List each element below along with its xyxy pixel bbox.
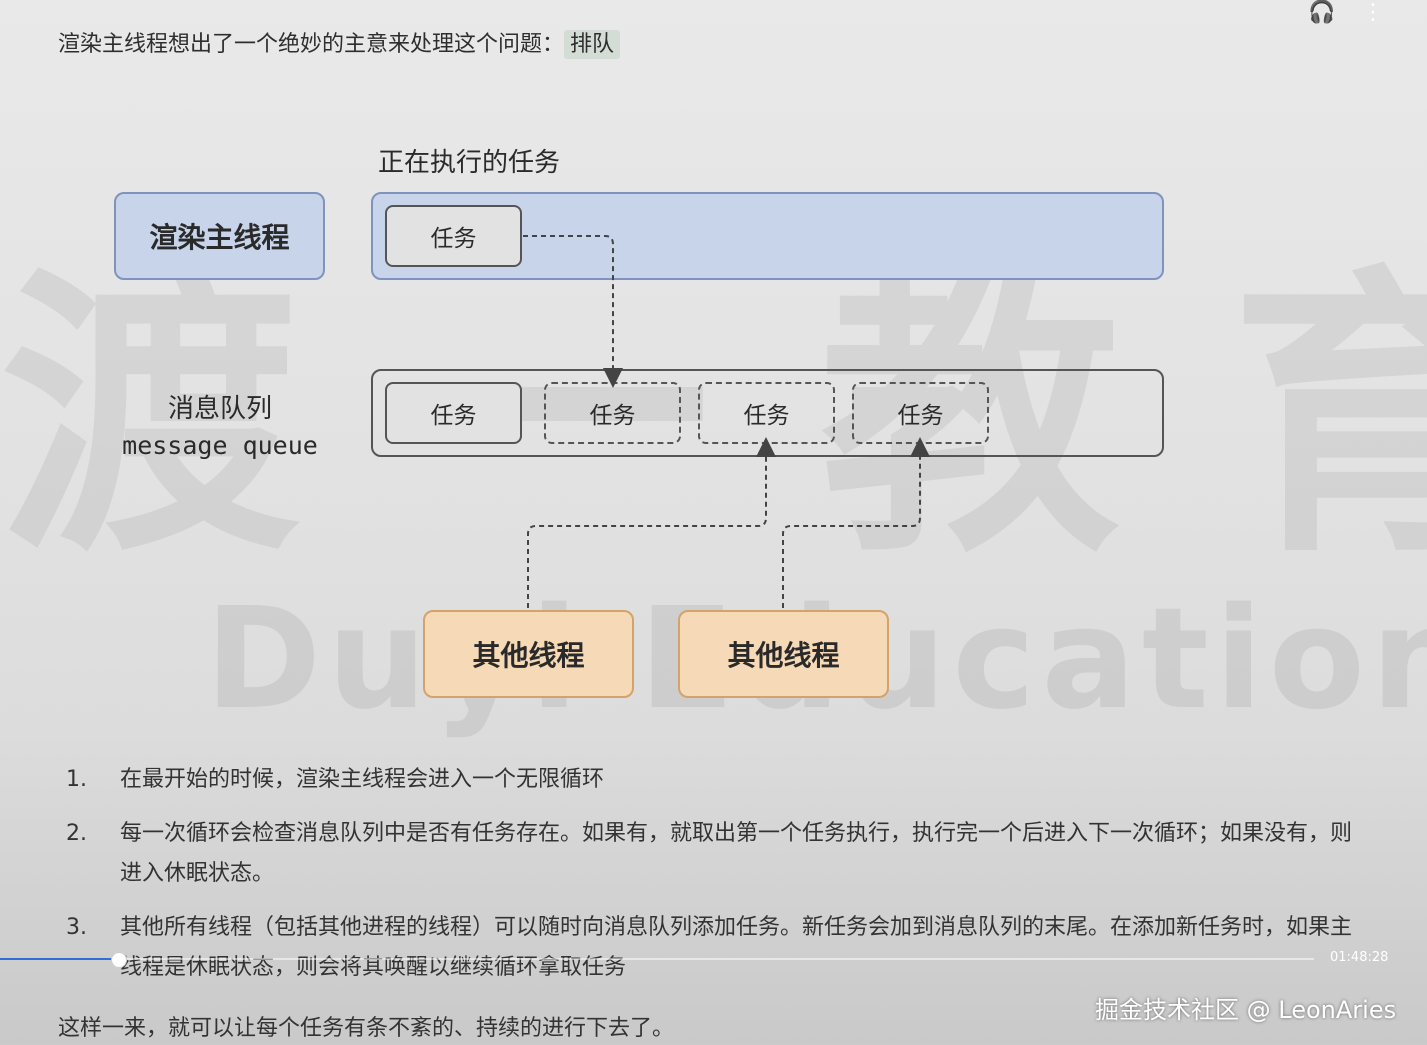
progress-fill	[0, 958, 118, 960]
step-text: 在最开始的时候，渲染主线程会进入一个无限循环	[120, 767, 605, 792]
arrow-task-to-queue	[523, 235, 623, 388]
steps-list: 1. 在最开始的时候，渲染主线程会进入一个无限循环 2. 每一次循环会检查消息队…	[66, 760, 1356, 1002]
list-item: 3. 其他所有线程（包括其他进程的线程）可以随时向消息队列添加任务。新任务会加到…	[66, 908, 1356, 988]
credit-watermark: 掘金技术社区 @ LeonAries	[1095, 996, 1397, 1024]
progress-thumb[interactable]	[111, 952, 127, 968]
arrow-thread1-to-queue	[527, 437, 776, 608]
step-number: 1.	[66, 767, 87, 792]
step-text: 每一次循环会检查消息队列中是否有任务存在。如果有，就取出第一个任务执行，执行完一…	[120, 821, 1353, 886]
video-time: 01:48:28	[1330, 950, 1389, 965]
list-item: 2. 每一次循环会检查消息队列中是否有任务存在。如果有，就取出第一个任务执行，执…	[66, 814, 1356, 894]
closing-text: 这样一来，就可以让每个任务有条不紊的、持续的进行下去了。	[58, 1016, 675, 1041]
step-text: 其他所有线程（包括其他进程的线程）可以随时向消息队列添加任务。新任务会加到消息队…	[120, 915, 1353, 980]
step-number: 2.	[66, 821, 87, 846]
list-item: 1. 在最开始的时候，渲染主线程会进入一个无限循环	[66, 760, 1356, 800]
arrow-thread2-to-queue	[782, 437, 930, 608]
progress-track[interactable]	[0, 958, 1314, 960]
step-number: 3.	[66, 915, 87, 940]
